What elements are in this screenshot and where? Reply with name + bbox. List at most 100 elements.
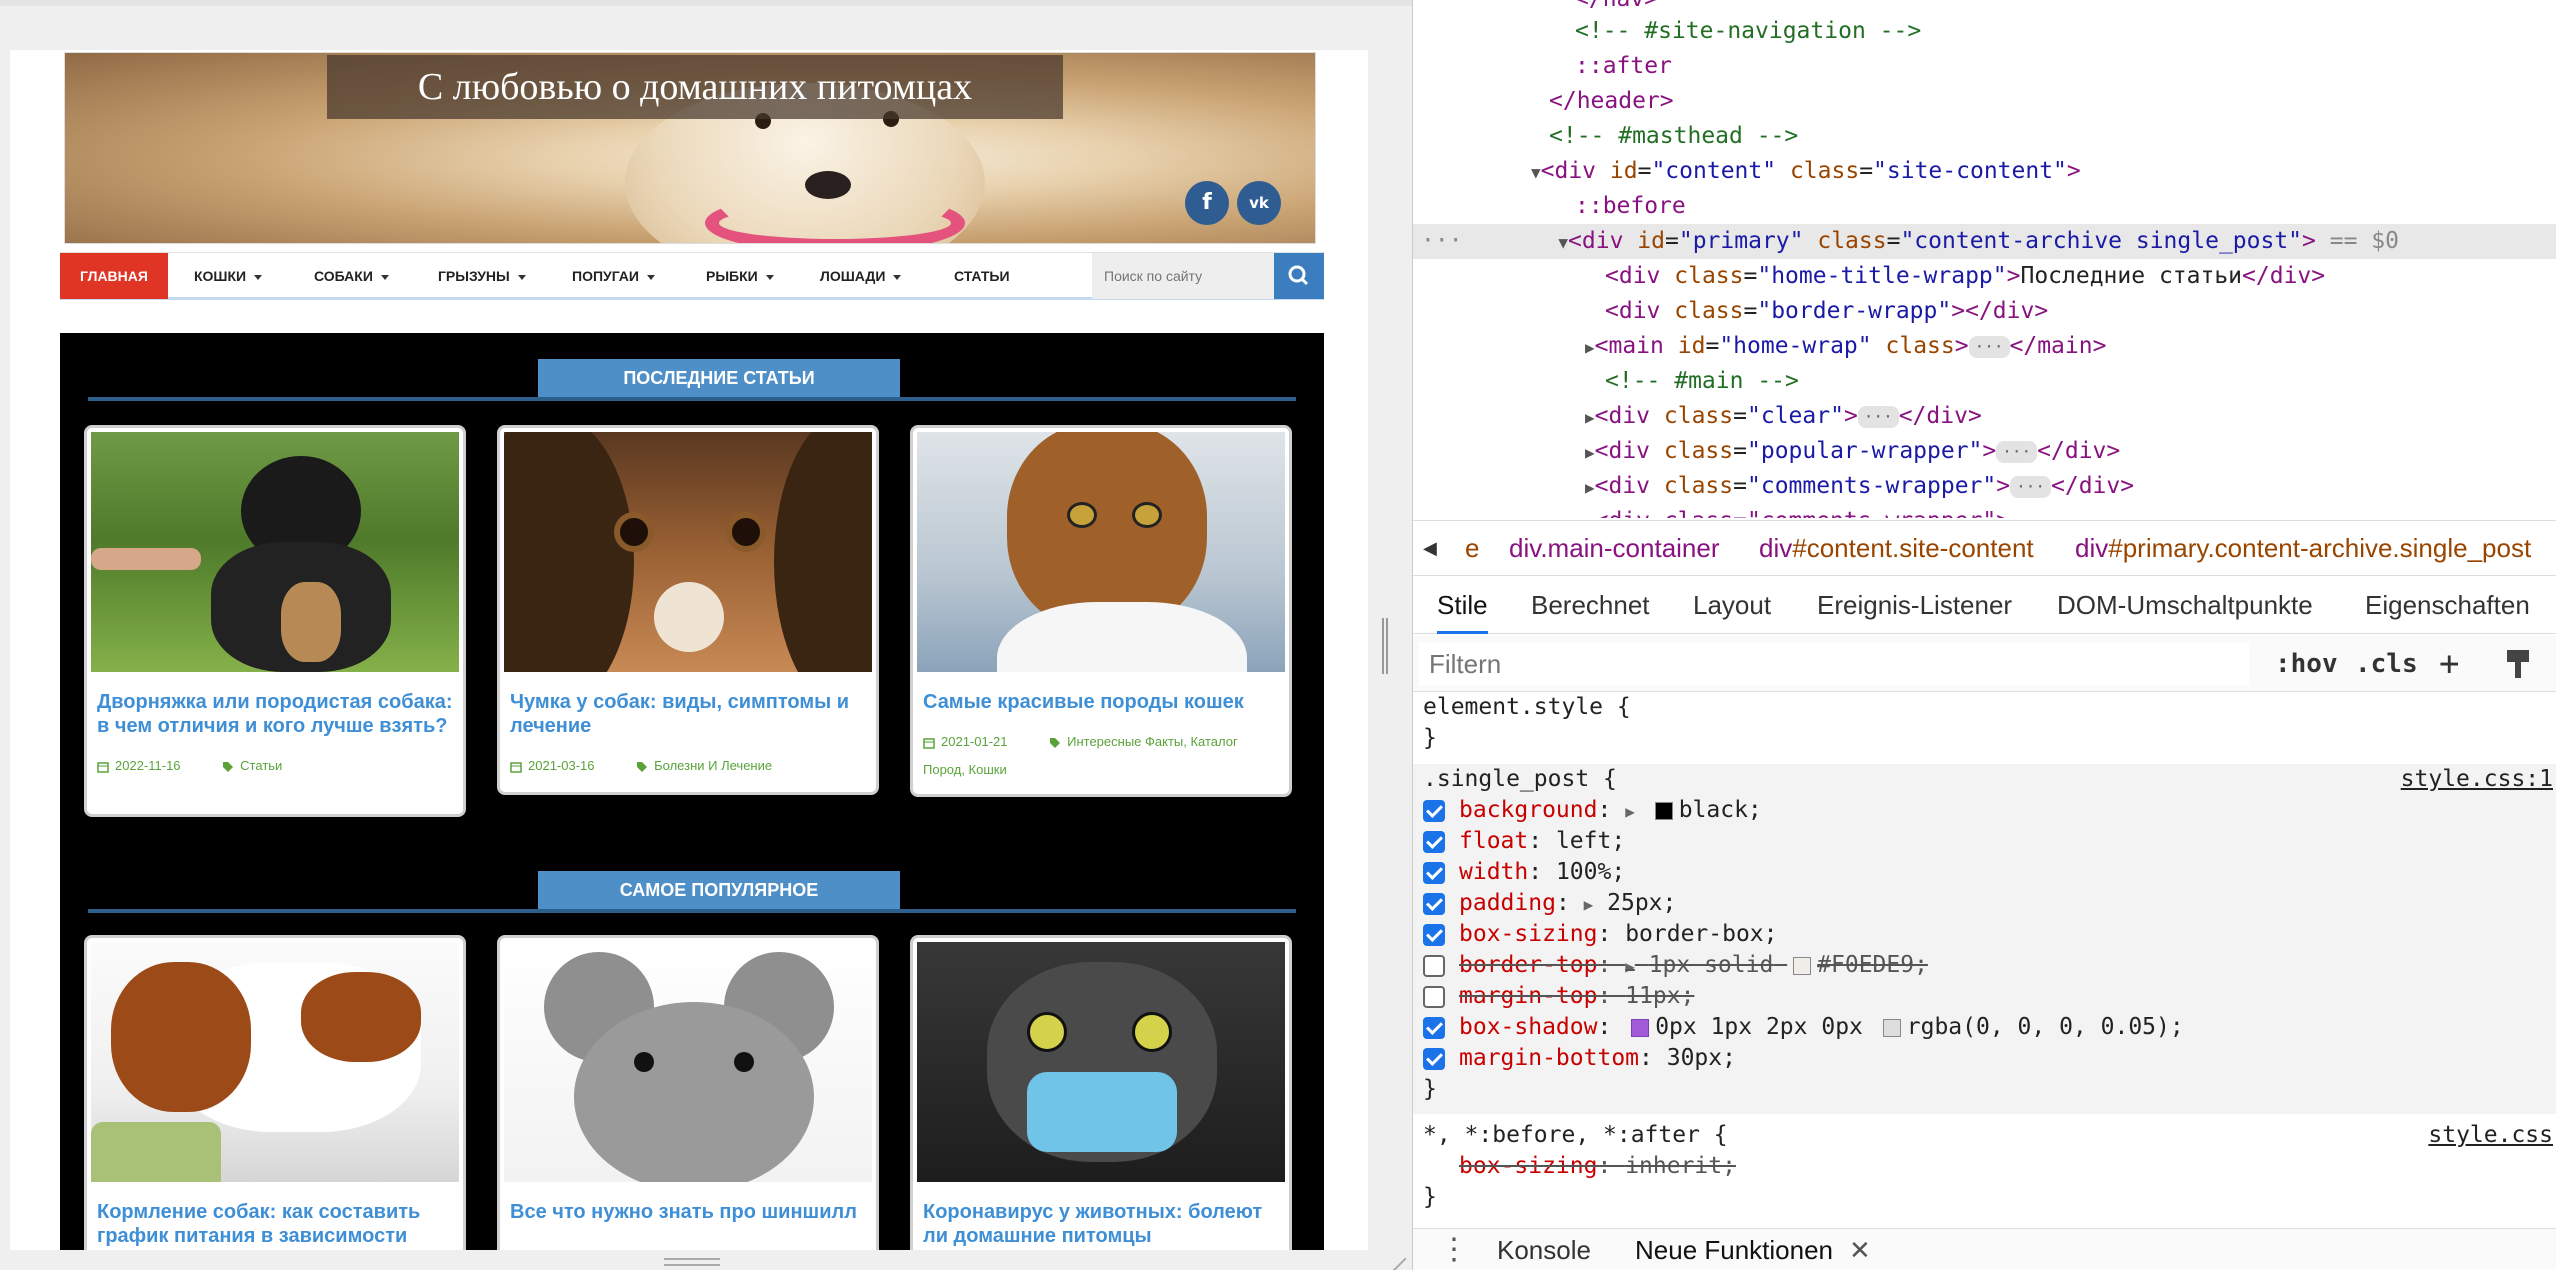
ellipsis-icon[interactable]: ··· [1857,405,1899,428]
dom-pseudo[interactable]: ::after [1413,49,2556,84]
expand-triangle-icon[interactable]: ▶ [1584,895,1594,914]
article-title[interactable]: Кормление собак: как составить график пи… [87,1186,463,1248]
nav-item-articles[interactable]: Статьи [954,253,1010,299]
article-thumbnail[interactable] [504,432,872,672]
dom-comment[interactable]: <!-- #site-navigation --> [1413,14,2556,49]
new-rule-icon[interactable]: + [2439,636,2459,692]
dom-node[interactable]: <div class="border-wrapp"></div> [1413,294,2556,329]
collapsed-triangle-icon[interactable]: ▶ [1585,338,1595,357]
tab-dom-breakpoints[interactable]: DOM-Umschaltpunkte [2057,576,2313,634]
article-title[interactable]: Самые красивые породы кошек [913,676,1289,714]
article-title[interactable]: Дворняжка или породистая собака: в чем о… [87,676,463,738]
article-title[interactable]: Все что нужно знать про шиншилл [500,1186,876,1224]
dom-comment[interactable]: <!-- #masthead --> [1413,119,2556,154]
article-card[interactable]: Чумка у собак: виды, симптомы и лечение … [497,425,879,795]
expanded-triangle-icon[interactable]: ▼ [1585,513,1595,518]
article-thumbnail[interactable] [91,432,459,672]
css-declaration-overridden[interactable]: box-sizing: inherit; [1413,1151,2556,1182]
property-checkbox[interactable] [1423,800,1445,822]
paint-brush-icon[interactable] [2503,636,2533,692]
breadcrumb-item[interactable]: e [1465,521,1479,575]
facebook-icon[interactable]: f [1185,181,1229,225]
color-swatch[interactable] [1793,956,1812,975]
article-card[interactable]: Самые красивые породы кошек 2021-01-21 И… [910,425,1292,797]
property-checkbox[interactable] [1423,862,1445,884]
collapsed-triangle-icon[interactable]: ▶ [1585,478,1595,497]
color-swatch[interactable] [1882,1018,1901,1037]
dom-node[interactable]: <div class="home-title-wrapp">Последние … [1413,259,2556,294]
expand-triangle-icon[interactable]: ▶ [1625,802,1635,821]
tab-properties[interactable]: Eigenschaften [2365,576,2530,634]
ellipsis-icon[interactable]: ··· [2010,475,2052,498]
search-button[interactable] [1274,253,1324,299]
nav-item-parrots[interactable]: Попугаи [572,253,655,299]
expand-triangle-icon[interactable]: ▶ [1625,957,1635,976]
property-checkbox[interactable] [1423,831,1445,853]
styles-filter-input[interactable] [1419,642,2249,686]
css-declaration-disabled[interactable]: margin-top: 11px; [1413,981,2556,1012]
site-title[interactable]: С любовью о домашних питомцах [327,55,1063,119]
nav-item-fish[interactable]: Рыбки [706,253,774,299]
property-checkbox[interactable] [1423,1048,1445,1070]
property-checkbox[interactable] [1423,986,1445,1008]
shadow-editor-icon[interactable] [1631,1018,1650,1037]
property-checkbox[interactable] [1423,924,1445,946]
css-declaration[interactable]: box-sizing: border-box; [1413,919,2556,950]
dom-pseudo[interactable]: ::before [1413,189,2556,224]
dom-node-primary-selected[interactable]: ··· ▼<div id="primary" class="content-ar… [1413,224,2556,259]
breadcrumb-item[interactable]: div.main-container [1509,521,1720,575]
article-title[interactable]: Чумка у собак: виды, симптомы и лечение [500,676,876,738]
vk-icon[interactable]: vk [1237,181,1281,225]
css-declaration[interactable]: float: left; [1413,826,2556,857]
css-declaration[interactable]: padding: ▶ 25px; [1413,888,2556,919]
ellipsis-icon[interactable]: ··· [1968,335,2010,358]
article-card[interactable]: Дворняжка или породистая собака: в чем о… [84,425,466,817]
scroll-left-icon[interactable]: ◀ [1423,521,1437,575]
property-checkbox[interactable] [1423,893,1445,915]
article-title[interactable]: Коронавирус у животных: болеют ли домашн… [913,1186,1289,1248]
article-card[interactable]: Коронавирус у животных: болеют ли домашн… [910,935,1292,1250]
tab-computed[interactable]: Berechnet [1531,576,1650,634]
rule-header[interactable]: .single_post {style.css:1 [1413,764,2556,795]
article-card[interactable]: Все что нужно знать про шиншилл [497,935,879,1250]
tab-new-features[interactable]: Neue Funktionen [1635,1229,1833,1270]
color-swatch[interactable] [1654,801,1673,820]
more-drawer-icon[interactable]: ⋮ [1439,1229,1469,1270]
article-category[interactable]: Болезни И Лечение [654,758,772,773]
tab-layout[interactable]: Layout [1693,576,1771,634]
article-thumbnail[interactable] [91,942,459,1182]
tab-styles[interactable]: Stile [1437,576,1488,634]
article-thumbnail[interactable] [917,942,1285,1182]
dom-node[interactable]: ▶<div class="popular-wrapper"> ··· </div> [1413,434,2556,469]
property-checkbox[interactable] [1423,955,1445,977]
close-icon[interactable]: ✕ [1849,1229,1871,1270]
article-card[interactable]: Кормление собак: как составить график пи… [84,935,466,1250]
source-link[interactable]: style.css [2428,1120,2553,1151]
source-link[interactable]: style.css:1 [2401,764,2553,795]
css-declaration[interactable]: width: 100%; [1413,857,2556,888]
collapsed-triangle-icon[interactable]: ▶ [1585,408,1595,427]
bottom-resize-grip[interactable] [664,1258,720,1266]
dom-node[interactable]: ▼<div class="comments-wrapper"> [1413,504,2556,518]
element-style-rule[interactable]: element.style { [1413,692,2556,723]
dom-node[interactable]: </header> [1413,84,2556,119]
dom-node[interactable]: ▶<div class="clear"> ··· </div> [1413,399,2556,434]
css-declaration[interactable]: background: ▶ black; [1413,795,2556,826]
breadcrumb-item[interactable]: div#content.site-content [1759,521,2034,575]
corner-resize-grip[interactable] [1375,1243,1407,1270]
class-toggle[interactable]: .cls [2355,636,2418,692]
article-thumbnail[interactable] [917,432,1285,672]
css-declaration[interactable]: margin-bottom: 30px; [1413,1043,2556,1074]
nav-item-home[interactable]: Главная [60,253,168,299]
css-declaration-disabled[interactable]: border-top: ▶ 1px solid #F0EDE9; [1413,950,2556,981]
property-checkbox[interactable] [1423,1017,1445,1039]
nav-item-dogs[interactable]: Собаки [314,253,389,299]
collapsed-triangle-icon[interactable]: ▶ [1585,443,1595,462]
dom-node[interactable]: ▶<div class="comments-wrapper"> ··· </div> [1413,469,2556,504]
breadcrumb-item[interactable]: div#primary.content-archive.single_post [2075,521,2531,575]
ellipsis-icon[interactable]: ··· [1996,440,2038,463]
nav-item-rodents[interactable]: Грызуны [438,253,526,299]
panel-resize-handle[interactable] [1382,618,1388,674]
dom-node-content[interactable]: ▼<div id="content" class="site-content"> [1413,154,2556,189]
nav-item-cats[interactable]: Кошки [194,253,263,299]
